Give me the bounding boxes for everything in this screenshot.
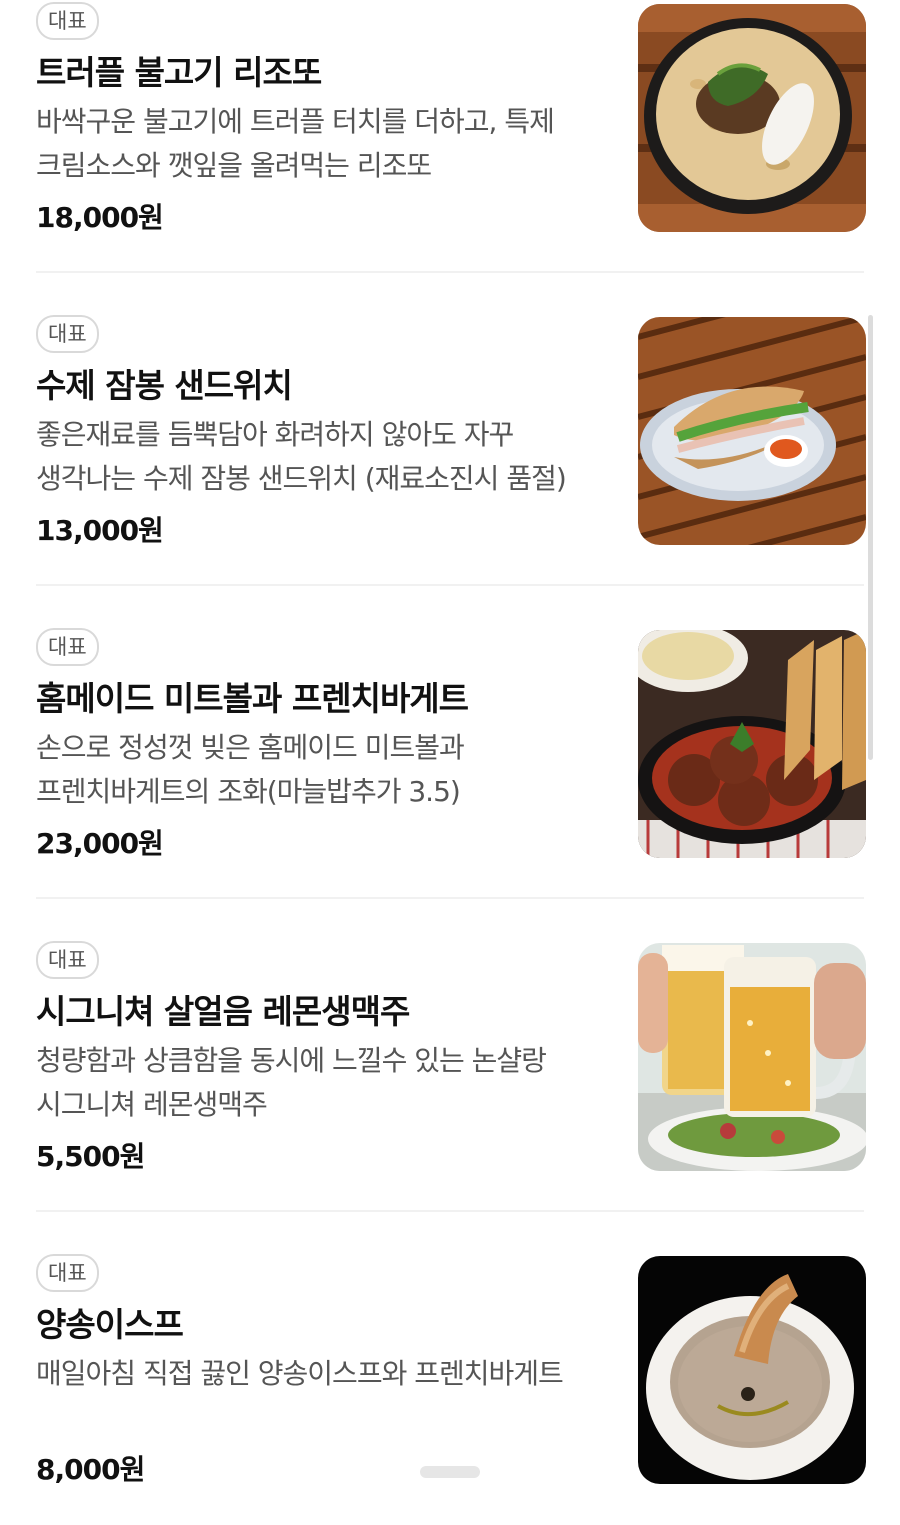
signature-badge: 대표 <box>36 628 99 666</box>
menu-item-name: 시그니쳐 살얼음 레몬생맥주 <box>36 992 410 1031</box>
menu-item-name: 트러플 불고기 리조또 <box>36 53 322 92</box>
soup-photo[interactable] <box>638 1256 866 1484</box>
menu-item-description: 바싹구운 불고기에 트러플 터치를 더하고, 특제 크림소스와 깻잎을 올려먹는… <box>36 105 555 182</box>
menu-item-name: 수제 잠봉 샌드위치 <box>36 366 293 405</box>
menu-list: 대표 트러플 불고기 리조또 바싹구운 불고기에 트러플 터치를 더하고, 특제… <box>0 0 900 1525</box>
menu-item-lemon-draft-beer[interactable]: 대표 시그니쳐 살얼음 레몬생맥주 청량함과 상큼함을 동시에 느낄수 있는 논… <box>36 899 866 1212</box>
menu-item-name: 양송이스프 <box>36 1305 184 1344</box>
menu-item-jambon-sandwich[interactable]: 대표 수제 잠봉 샌드위치 좋은재료를 듬뿍담아 화려하지 않아도 자꾸 생각나… <box>36 273 866 586</box>
menu-item-description: 매일아침 직접 끓인 양송이스프와 프렌치바게트 <box>36 1357 564 1390</box>
menu-item-name: 홈메이드 미트볼과 프렌치바게트 <box>36 679 469 718</box>
menu-item-description: 청량함과 상큼함을 동시에 느낄수 있는 논샬랑 시그니쳐 레몬생맥주 <box>36 1044 547 1121</box>
menu-item-price: 13,000원 <box>36 514 164 547</box>
menu-item-price: 8,000원 <box>36 1453 145 1486</box>
menu-item-price: 23,000원 <box>36 827 164 860</box>
risotto-photo[interactable] <box>638 4 866 232</box>
menu-item-description: 좋은재료를 듬뿍담아 화려하지 않아도 자꾸 생각나는 수제 잠봉 샌드위치 (… <box>36 418 567 495</box>
signature-badge: 대표 <box>36 315 99 353</box>
menu-item-price: 18,000원 <box>36 201 164 234</box>
menu-item-price: 5,500원 <box>36 1140 145 1173</box>
menu-item-description: 손으로 정성껏 빚은 홈메이드 미트볼과 프렌치바게트의 조화(마늘밥추가 3.… <box>36 731 465 808</box>
sandwich-photo[interactable] <box>638 317 866 545</box>
home-indicator <box>420 1466 480 1478</box>
menu-item-mushroom-soup[interactable]: 대표 양송이스프 매일아침 직접 끓인 양송이스프와 프렌치바게트 8,000원 <box>36 1212 866 1525</box>
meatball-photo[interactable] <box>638 630 866 858</box>
signature-badge: 대표 <box>36 1254 99 1292</box>
beer-photo[interactable] <box>638 943 866 1171</box>
menu-item-truffle-bulgogi-risotto[interactable]: 대표 트러플 불고기 리조또 바싹구운 불고기에 트러플 터치를 더하고, 특제… <box>36 0 866 273</box>
scrollbar[interactable] <box>868 315 873 760</box>
signature-badge: 대표 <box>36 2 99 40</box>
menu-item-meatball-baguette[interactable]: 대표 홈메이드 미트볼과 프렌치바게트 손으로 정성껏 빚은 홈메이드 미트볼과… <box>36 586 866 899</box>
signature-badge: 대표 <box>36 941 99 979</box>
